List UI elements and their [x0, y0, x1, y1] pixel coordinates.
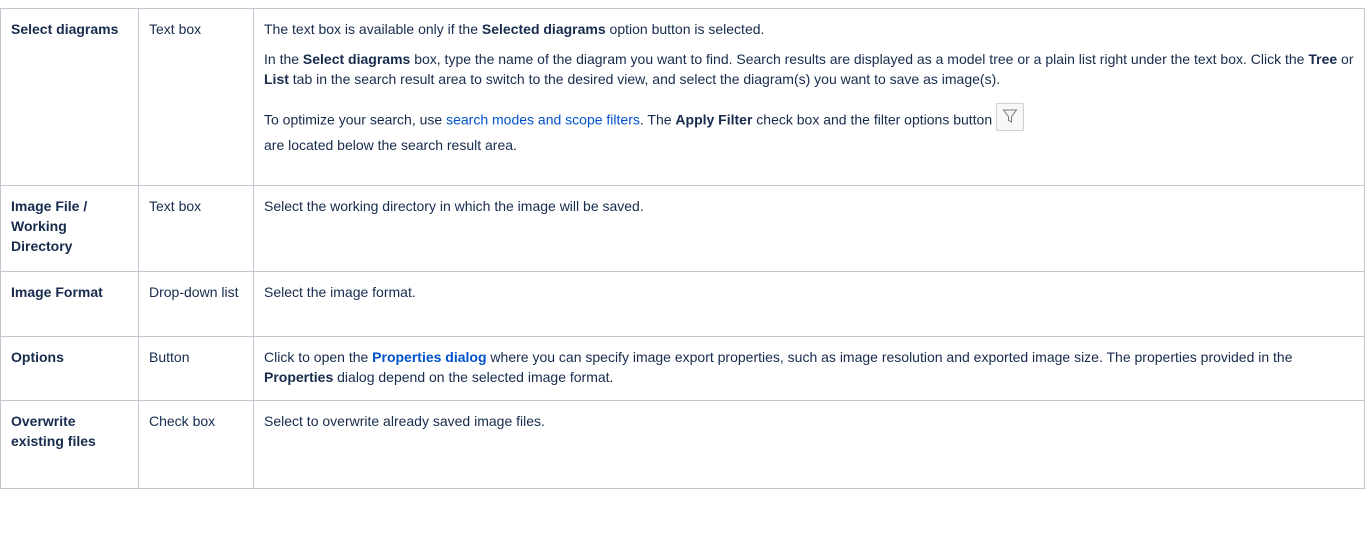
filter-icon	[996, 103, 1025, 131]
properties-table: Select diagrams Text box The text box is…	[0, 8, 1365, 489]
text-span: or	[1337, 51, 1354, 67]
text-span: option button is selected.	[605, 21, 765, 37]
description-paragraph: To optimize your search, use search mode…	[264, 103, 1354, 155]
text-span: dialog depend on the selected image form…	[333, 369, 614, 385]
row-type: Text box	[138, 185, 254, 272]
row-name: Image Format	[0, 271, 139, 337]
row-description: The text box is available only if the Se…	[253, 8, 1365, 186]
search-modes-link[interactable]: search modes and scope filters	[446, 112, 640, 128]
table-row: Options Button Click to open the Propert…	[0, 336, 1365, 401]
row-description: Select the image format.	[253, 271, 1365, 337]
bold-text: Tree	[1308, 51, 1338, 67]
row-name: Select diagrams	[0, 8, 139, 186]
row-type: Drop-down list	[138, 271, 254, 337]
table-row: Image Format Drop-down list Select the i…	[0, 271, 1365, 337]
text-span: where you can specify image export prope…	[486, 349, 1293, 365]
bold-text: Selected diagrams	[481, 21, 606, 37]
row-name: Image File / Working Directory	[0, 185, 139, 272]
table-row: Overwrite existing files Check box Selec…	[0, 400, 1365, 489]
bold-text: Select diagrams	[302, 51, 411, 67]
row-description: Select to overwrite already saved image …	[253, 400, 1365, 489]
text-span: In the	[264, 51, 303, 67]
text-span: tab in the search result area to switch …	[288, 71, 1001, 87]
text-span: . The	[639, 111, 676, 128]
table-row: Select diagrams Text box The text box is…	[0, 8, 1365, 186]
row-description: Select the working directory in which th…	[253, 185, 1365, 272]
row-type: Text box	[138, 8, 254, 186]
bold-text: List	[264, 71, 289, 87]
row-description: Click to open the Properties dialog wher…	[253, 336, 1365, 401]
text-span: check box and the filter options button	[752, 111, 993, 128]
text-span: box, type the name of the diagram you wa…	[410, 51, 1309, 67]
text-span: To optimize your search, use	[264, 111, 447, 128]
text-span: Click to open the	[264, 349, 373, 365]
row-type: Button	[138, 336, 254, 401]
text-span: The text box is available only if the	[264, 21, 482, 37]
bold-text: Properties	[264, 369, 334, 385]
properties-dialog-link[interactable]: Properties dialog	[372, 349, 486, 365]
row-name: Options	[0, 336, 139, 401]
row-name: Overwrite existing files	[0, 400, 139, 489]
row-type: Check box	[138, 400, 254, 489]
text-span: are located below the search result area…	[264, 137, 517, 153]
table-row: Image File / Working Directory Text box …	[0, 185, 1365, 272]
description-paragraph: In the Select diagrams box, type the nam…	[264, 49, 1354, 89]
description-paragraph: The text box is available only if the Se…	[264, 19, 1354, 39]
bold-text: Apply Filter	[675, 111, 753, 128]
